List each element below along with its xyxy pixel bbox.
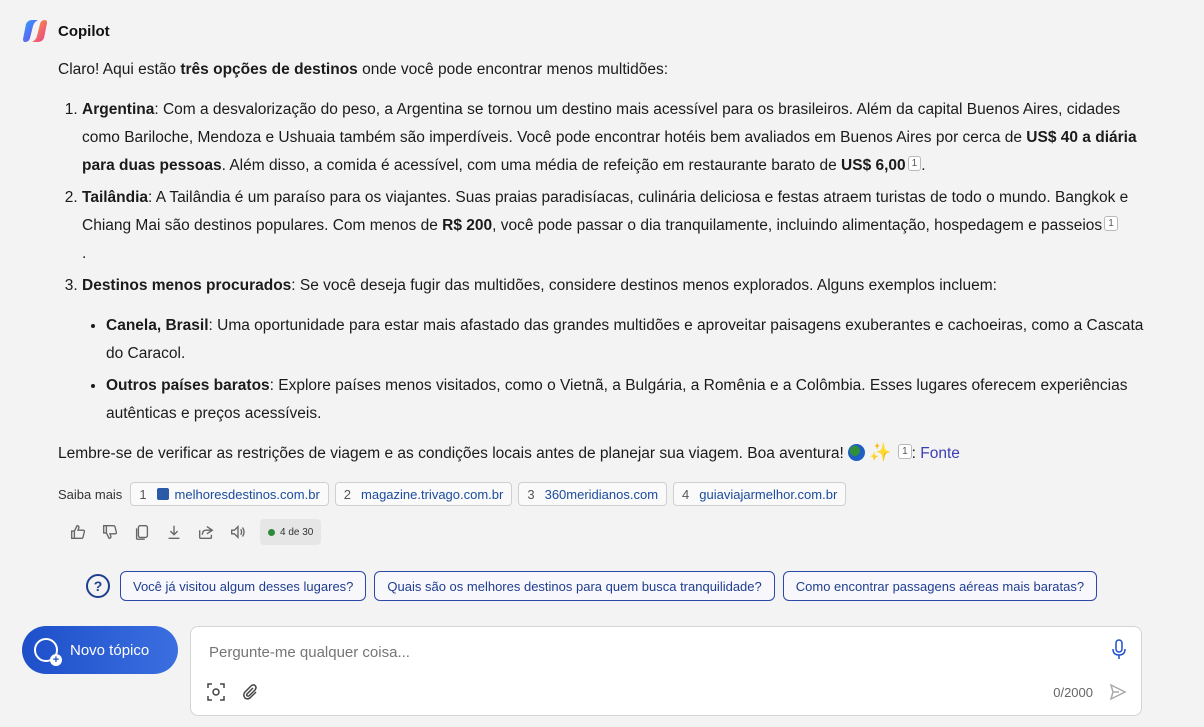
site-favicon-icon: [156, 488, 169, 500]
source-chip-2[interactable]: 2 magazine.trivago.com.br: [334, 482, 513, 506]
message-actions: 4 de 30: [62, 518, 322, 546]
learn-more-label: Saiba mais: [58, 486, 123, 502]
suggestion-chip[interactable]: Você já visitou algum desses lugares?: [120, 571, 367, 601]
item-bold: US$ 6,00: [841, 157, 906, 174]
image-search-icon[interactable]: [207, 683, 225, 701]
list-item-menos-procurados: Destinos menos procurados: Se você desej…: [82, 272, 1148, 428]
share-button[interactable]: [190, 518, 222, 546]
intro-paragraph: Claro! Aqui estão três opções de destino…: [58, 56, 1148, 84]
speaker-icon: [231, 524, 245, 540]
source-number: 3: [527, 486, 535, 502]
dislike-button[interactable]: [94, 518, 126, 546]
composer: 0/2000: [190, 626, 1142, 716]
thumbs-up-icon: [71, 525, 86, 539]
like-button[interactable]: [62, 518, 94, 546]
sub-item-outros-paises: Outros países baratos: Explore países me…: [106, 372, 1148, 428]
source-site: 360meridianos.com: [544, 486, 659, 502]
source-chip-1[interactable]: 1 melhoresdestinos.com.br: [130, 482, 329, 506]
item-text: . Além disso, a comida é acessível, com …: [221, 157, 842, 174]
globe-emoji-icon: [848, 444, 866, 461]
citation-badge[interactable]: 1: [907, 156, 922, 171]
item-text: : Se você deseja fugir das multidões, co…: [291, 277, 997, 294]
source-site: melhoresdestinos.com.br: [174, 486, 320, 502]
suggestions-row: ? Você já visitou algum desses lugares? …: [86, 571, 1105, 601]
copilot-logo-icon: [23, 20, 47, 42]
list-item-tailandia: Tailândia: A Tailândia é um paraíso para…: [82, 184, 1148, 268]
item-title: Tailândia: [82, 189, 149, 206]
new-topic-label: Novo tópico: [70, 641, 150, 659]
sub-item-title: Outros países baratos: [106, 377, 270, 394]
source-number: 1: [139, 486, 147, 502]
send-icon[interactable]: [1109, 683, 1127, 701]
intro-text-end: onde você pode encontrar menos multidões…: [357, 61, 669, 78]
counter-text: 4 de 30: [280, 526, 314, 538]
closing-paragraph: Lembre-se de verificar as restrições de …: [58, 438, 1148, 468]
chat-input[interactable]: [207, 643, 1087, 662]
item-text: : Com a desvalorização do peso, a Argent…: [82, 101, 1121, 146]
character-counter: 0/2000: [1053, 685, 1093, 700]
item-text: .: [82, 245, 87, 262]
intro-bold: três opções de destinos: [180, 61, 358, 78]
header: Copilot: [22, 18, 110, 44]
source-link[interactable]: Fonte: [920, 445, 960, 462]
source-site: guiaviajarmelhor.com.br: [699, 486, 838, 502]
suggestion-chip[interactable]: Como encontrar passagens aéreas mais bar…: [782, 571, 1098, 601]
share-icon: [199, 526, 214, 539]
microphone-icon[interactable]: [1111, 639, 1127, 661]
source-number: 4: [682, 486, 690, 502]
download-icon: [168, 525, 180, 539]
item-title: Destinos menos procurados: [82, 277, 292, 294]
export-button[interactable]: [158, 518, 190, 546]
thumbs-down-icon: [103, 525, 118, 539]
item-title: Argentina: [82, 101, 155, 118]
status-dot-icon: [268, 528, 275, 536]
citation-badge[interactable]: 1: [1104, 216, 1118, 231]
learn-more-bar: Saiba mais 1 melhoresdestinos.com.br 2 mag…: [58, 482, 852, 506]
list-item-argentina: Argentina: Com a desvalorização do peso,…: [82, 96, 1148, 180]
sub-item-title: Canela, Brasil: [106, 317, 209, 334]
source-chip-3[interactable]: 3 360meridianos.com: [518, 482, 668, 506]
question-icon: ?: [86, 574, 110, 598]
source-site: magazine.trivago.com.br: [361, 486, 504, 502]
source-chip-4[interactable]: 4 guiaviajarmelhor.com.br: [673, 482, 847, 506]
closing-text: Lembre-se de verificar as restrições de …: [58, 445, 849, 462]
suggestion-chip[interactable]: Quais são os melhores destinos para quem…: [374, 571, 775, 601]
sub-item-text: : Uma oportunidade para estar mais afast…: [106, 317, 1144, 362]
assistant-message: Claro! Aqui estão três opções de destino…: [58, 56, 1148, 468]
sub-item-canela: Canela, Brasil: Uma oportunidade para es…: [106, 312, 1148, 368]
read-aloud-button[interactable]: [222, 518, 254, 546]
item-text: .: [921, 157, 926, 174]
app-title: Copilot: [58, 22, 110, 40]
new-topic-button[interactable]: Novo tópico: [22, 626, 178, 674]
item-text: , você pode passar o dia tranquilamente,…: [492, 217, 1103, 234]
sub-list: Canela, Brasil: Uma oportunidade para es…: [82, 312, 1148, 428]
source-number: 2: [343, 486, 352, 502]
intro-text: Claro! Aqui estão: [58, 61, 181, 78]
sparkles-emoji-icon: ✨: [869, 442, 892, 462]
new-chat-icon: [34, 638, 62, 666]
attach-icon[interactable]: [241, 683, 259, 701]
item-bold: R$ 200: [442, 217, 493, 234]
response-counter: 4 de 30: [260, 519, 322, 545]
copy-icon: [135, 525, 149, 540]
citation-badge[interactable]: 1: [898, 444, 912, 459]
closing-separator: :: [911, 445, 921, 462]
destinations-list: Argentina: Com a desvalorização do peso,…: [58, 96, 1148, 428]
copy-button[interactable]: [126, 518, 158, 546]
